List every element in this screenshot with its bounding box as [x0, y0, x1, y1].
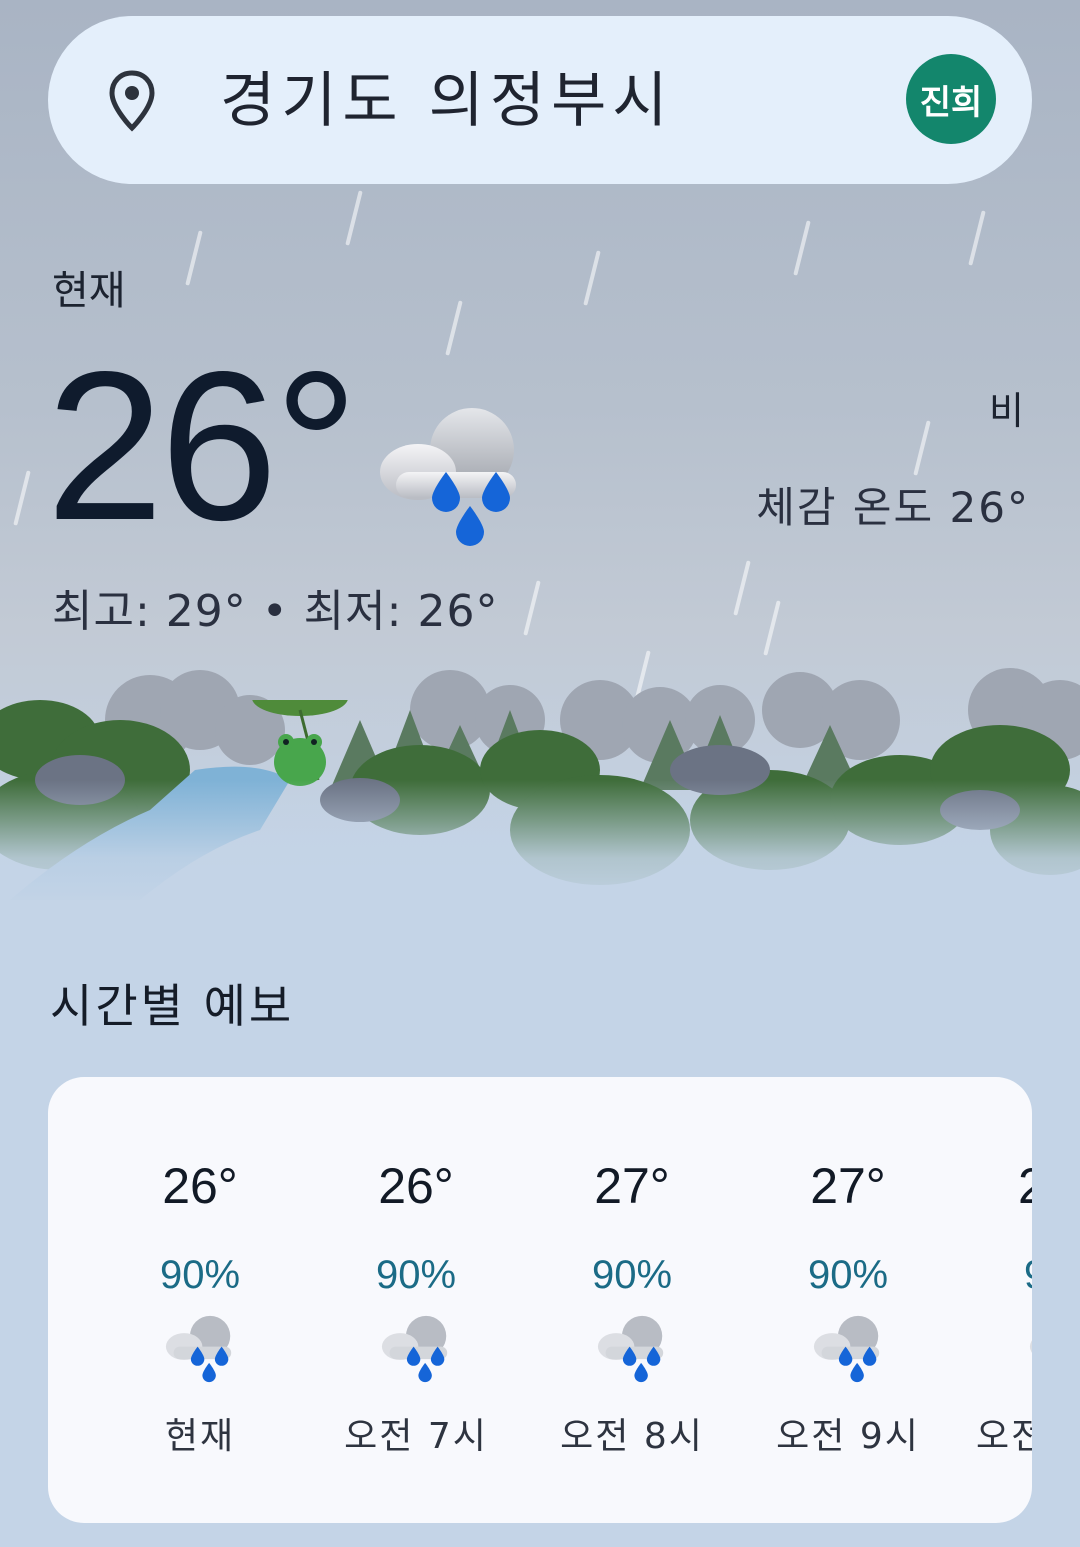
hourly-precipitation: 9	[1024, 1253, 1032, 1298]
location-name[interactable]: 경기도 의정부시	[220, 52, 673, 139]
hourly-time: 오전	[976, 1416, 1032, 1457]
hourly-temperature: 26°	[162, 1158, 238, 1214]
rain-cloud-icon	[813, 1315, 880, 1383]
rain-cloud-icon	[1029, 1340, 1032, 1353]
high-low-temperature: 최고: 29° • 최저: 26°	[52, 586, 499, 637]
rain-cloud-icon	[165, 1315, 232, 1383]
hourly-temperature: 27°	[594, 1158, 670, 1214]
hourly-precipitation: 90%	[807, 1253, 889, 1297]
hourly-temperature: 2	[1018, 1158, 1032, 1214]
hourly-time: 오전 9시	[776, 1416, 920, 1457]
hourly-precipitation: 90%	[591, 1253, 673, 1297]
avatar[interactable]: 진희	[906, 54, 996, 144]
hourly-item: 2 9 오전	[956, 1077, 1032, 1523]
current-condition: 비	[989, 389, 1024, 433]
hourly-time: 오전 8시	[560, 1416, 704, 1457]
hourly-item: 26° 90% 현재	[92, 1077, 308, 1523]
hourly-temperature: 26°	[378, 1158, 454, 1214]
location-search-bar[interactable]: 경기도 의정부시 진희	[48, 16, 1032, 184]
hourly-precipitation: 90%	[159, 1253, 241, 1297]
hourly-precipitation: 90%	[375, 1253, 457, 1297]
rain-cloud-icon	[381, 1315, 448, 1383]
location-pin-icon	[109, 70, 155, 132]
current-temperature: 26°	[46, 327, 359, 564]
rain-cloud-icon	[380, 408, 516, 546]
hourly-item: 27° 90% 오전 9시	[740, 1077, 956, 1523]
feels-like-temperature: 체감 온도 26°	[756, 483, 1030, 532]
hourly-item: 26° 90% 오전 7시	[308, 1077, 524, 1523]
hourly-forecast-title: 시간별 예보	[50, 979, 295, 1033]
hourly-item: 27° 90% 오전 8시	[524, 1077, 740, 1523]
hourly-time: 현재	[164, 1416, 236, 1457]
current-label: 현재	[52, 268, 126, 314]
hourly-time: 오전 7시	[344, 1416, 488, 1457]
hourly-temperature: 27°	[810, 1158, 886, 1214]
hourly-forecast-card[interactable]: 26° 90% 현재 26° 90% 오전 7시 27° 90% 오전 8시 2…	[48, 1077, 1032, 1523]
rain-cloud-icon	[597, 1315, 664, 1383]
